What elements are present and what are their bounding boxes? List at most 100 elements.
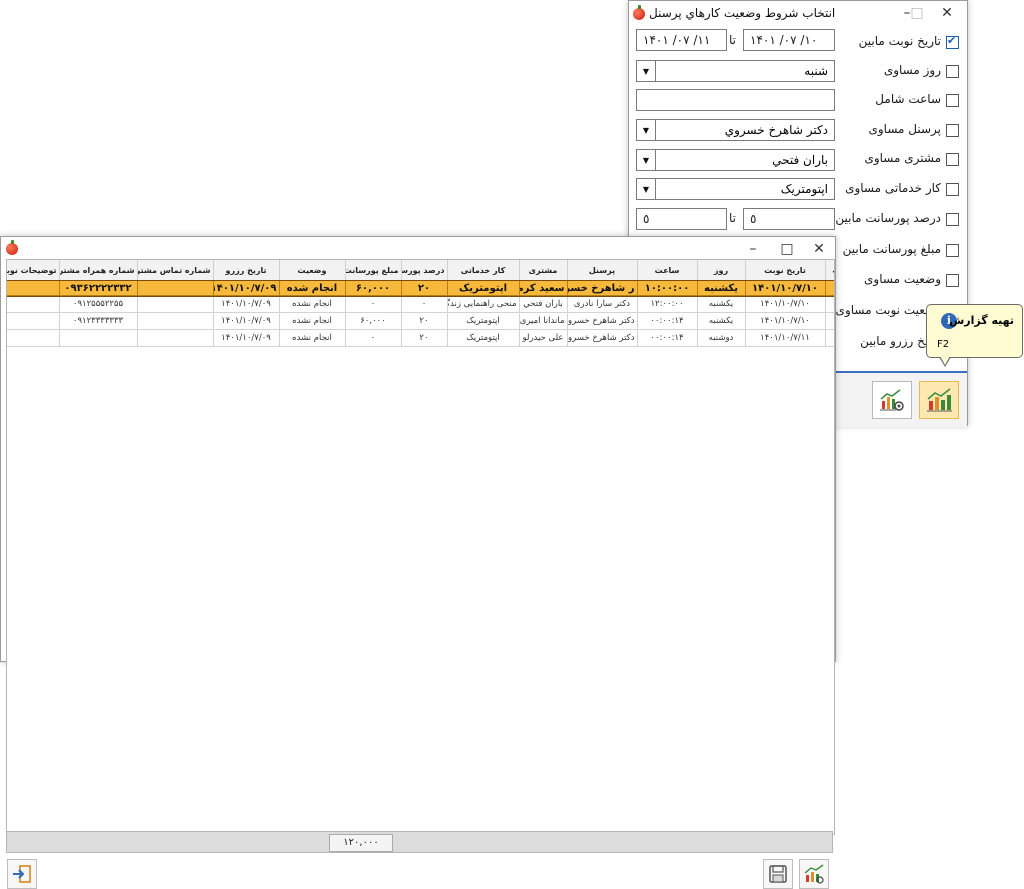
column-header[interactable]: توضيحات نوبت bbox=[7, 260, 60, 281]
column-header[interactable]: کار خدماتی bbox=[447, 260, 520, 281]
table-cell[interactable]: ١۴٠١/١٠/٧/٠٩ bbox=[213, 295, 280, 313]
column-header[interactable]: مشتری bbox=[519, 260, 568, 281]
table-cell[interactable]: دوشنبه bbox=[697, 329, 746, 347]
day-select[interactable]: ▼ شنبه bbox=[636, 60, 835, 82]
day-checkbox[interactable] bbox=[946, 65, 959, 78]
table-cell[interactable]: باران فتحي bbox=[519, 295, 568, 313]
table-cell[interactable] bbox=[7, 312, 60, 330]
preview-report-button[interactable] bbox=[872, 381, 912, 419]
table-row[interactable]: ١١۴٠١/١٠/٧/١٠يکشنبه١٠:٠٠:٠٠ر شاهرخ خسروي… bbox=[7, 279, 834, 297]
column-header[interactable]: درصد پورسانت bbox=[401, 260, 448, 281]
exit-button[interactable] bbox=[7, 859, 37, 889]
table-cell[interactable] bbox=[7, 280, 60, 296]
table-row[interactable]: ۴١۴٠١/١٠/٧/١١دوشنبه١۴:٠٠:٠٠دکتر شاهرخ خس… bbox=[7, 329, 834, 347]
table-cell[interactable] bbox=[137, 280, 214, 296]
table-cell[interactable] bbox=[7, 329, 60, 347]
table-cell[interactable]: ر شاهرخ خسروي bbox=[567, 280, 638, 296]
table-cell[interactable] bbox=[7, 295, 60, 313]
table-cell[interactable]: ٣ bbox=[825, 312, 834, 330]
table-cell[interactable]: ٠٩٣۶٢٢٢٢٣٣٢ bbox=[59, 280, 138, 296]
table-cell[interactable] bbox=[137, 295, 214, 313]
date-to-field[interactable]: ١١/ ٠٧/ ١۴٠١ bbox=[636, 29, 727, 51]
table-cell[interactable]: ١۴٠١/١٠/٧/١٠ bbox=[745, 295, 826, 313]
dropdown-arrow-icon[interactable]: ▼ bbox=[637, 61, 656, 81]
close-icon[interactable]: ✕ bbox=[799, 237, 839, 261]
table-cell[interactable]: دکتر شاهرخ خسروي bbox=[567, 312, 638, 330]
table-cell[interactable]: اپتومتريک bbox=[447, 280, 520, 296]
table-cell[interactable]: ١۴:٠٠:٠٠ bbox=[637, 329, 698, 347]
save-button[interactable] bbox=[763, 859, 793, 889]
service-checkbox[interactable] bbox=[946, 183, 959, 196]
date-from-field[interactable]: ١٠/ ٠٧/ ١۴٠١ bbox=[743, 29, 835, 51]
table-cell[interactable]: علی حيدرلو bbox=[519, 329, 568, 347]
column-header[interactable]: پرسنل bbox=[567, 260, 638, 281]
table-cell[interactable]: دکتر شاهرخ خسروي bbox=[567, 329, 638, 347]
table-cell[interactable]: ١٢:٠٠:٠٠ bbox=[637, 295, 698, 313]
table-cell[interactable]: ١۴٠١/١٠/٧/١٠ bbox=[745, 312, 826, 330]
time-input[interactable] bbox=[636, 89, 835, 111]
column-header[interactable]: تاريخ نوبت bbox=[745, 260, 826, 281]
service-select[interactable]: ▼ اپتومتريک bbox=[636, 178, 835, 200]
dropdown-arrow-icon[interactable]: ▼ bbox=[637, 120, 656, 140]
chart-report-button[interactable] bbox=[799, 859, 829, 889]
percent-checkbox[interactable] bbox=[946, 213, 959, 226]
percent-to-field[interactable]: ٥ bbox=[636, 208, 727, 230]
table-cell[interactable]: ٠ bbox=[345, 295, 402, 313]
table-cell[interactable]: سعيد کرمی bbox=[519, 280, 568, 296]
table-cell[interactable]: انجام نشده bbox=[279, 295, 346, 313]
generate-report-button[interactable] bbox=[919, 381, 959, 419]
column-header[interactable]: شماره همراه مشتری bbox=[59, 260, 138, 281]
table-cell[interactable]: ١٠:٠٠:٠٠ bbox=[637, 280, 698, 296]
column-header[interactable]: مبلغ پورسانت bbox=[345, 260, 402, 281]
personnel-checkbox[interactable] bbox=[946, 124, 959, 137]
column-header[interactable]: وضعيت bbox=[279, 260, 346, 281]
table-cell[interactable]: ١۴٠١/١٠/٧/٠٩ bbox=[213, 329, 280, 347]
close-icon[interactable]: ✕ bbox=[927, 1, 967, 25]
table-cell[interactable] bbox=[59, 329, 138, 347]
table-cell[interactable]: ١۴:٠٠:٠٠ bbox=[637, 312, 698, 330]
table-cell[interactable]: ۶٠,٠٠٠ bbox=[345, 280, 402, 296]
table-cell[interactable]: انجام نشده bbox=[279, 329, 346, 347]
table-cell[interactable]: ٠ bbox=[401, 295, 448, 313]
table-cell[interactable]: ٢٠ bbox=[401, 312, 448, 330]
table-cell[interactable]: ۶٠,٠٠٠ bbox=[345, 312, 402, 330]
table-cell[interactable]: ١۴٠١/١٠/٧/٠٩ bbox=[213, 312, 280, 330]
table-cell[interactable]: ١۴٠١/١٠/٧/١٠ bbox=[745, 280, 826, 296]
table-cell[interactable]: ١۴٠١/١٠/٧/١١ bbox=[745, 329, 826, 347]
dropdown-arrow-icon[interactable]: ▼ bbox=[637, 150, 656, 170]
table-cell[interactable]: ۴ bbox=[825, 329, 834, 347]
table-cell[interactable]: ٠ bbox=[345, 329, 402, 347]
table-cell[interactable]: ٢ bbox=[825, 295, 834, 313]
table-cell[interactable] bbox=[137, 312, 214, 330]
table-cell[interactable]: انجام شده bbox=[279, 280, 346, 296]
table-cell[interactable]: ماندانا امیری bbox=[519, 312, 568, 330]
personnel-select[interactable]: ▼ دکتر شاهرخ خسروي bbox=[636, 119, 835, 141]
table-cell[interactable]: اپتومتريک bbox=[447, 312, 520, 330]
time-checkbox[interactable] bbox=[946, 94, 959, 107]
customer-checkbox[interactable] bbox=[946, 153, 959, 166]
column-header[interactable]: شماره تماس مشتری bbox=[137, 260, 214, 281]
table-cell[interactable] bbox=[137, 329, 214, 347]
column-header[interactable]: روز bbox=[697, 260, 746, 281]
table-cell[interactable]: دکتر سارا نادری bbox=[567, 295, 638, 313]
table-cell[interactable]: منحی راهنمايی زندگی bbox=[447, 295, 520, 313]
column-header[interactable]: رديف bbox=[825, 260, 834, 281]
column-header[interactable]: تاريخ رزرو bbox=[213, 260, 280, 281]
status-checkbox[interactable] bbox=[946, 274, 959, 287]
table-row[interactable]: ٢١۴٠١/١٠/٧/١٠يکشنبه١٢:٠٠:٠٠دکتر سارا ناد… bbox=[7, 295, 834, 313]
table-cell[interactable]: يکشنبه bbox=[697, 295, 746, 313]
table-cell[interactable]: ٢٠ bbox=[401, 329, 448, 347]
table-cell[interactable]: ١۴٠١/١٠/٧/٠٩ bbox=[213, 280, 280, 296]
date-range-checkbox[interactable] bbox=[946, 34, 959, 49]
table-cell[interactable]: اپتومتريک bbox=[447, 329, 520, 347]
table-cell[interactable]: ٠٩١٢٣٣٣٣٣٣٣ bbox=[59, 312, 138, 330]
dropdown-arrow-icon[interactable]: ▼ bbox=[637, 179, 656, 199]
table-cell[interactable]: ٠٩١٢۵۵۵٢٢۵۵ bbox=[59, 295, 138, 313]
customer-select[interactable]: ▼ باران فتحي bbox=[636, 149, 835, 171]
table-cell[interactable]: يکشنبه bbox=[697, 312, 746, 330]
table-row[interactable]: ٣١۴٠١/١٠/٧/١٠يکشنبه١۴:٠٠:٠٠دکتر شاهرخ خس… bbox=[7, 312, 834, 330]
table-cell[interactable]: ١ bbox=[825, 280, 834, 296]
amount-checkbox[interactable] bbox=[946, 244, 959, 257]
table-cell[interactable]: يکشنبه bbox=[697, 280, 746, 296]
table-cell[interactable]: انجام نشده bbox=[279, 312, 346, 330]
